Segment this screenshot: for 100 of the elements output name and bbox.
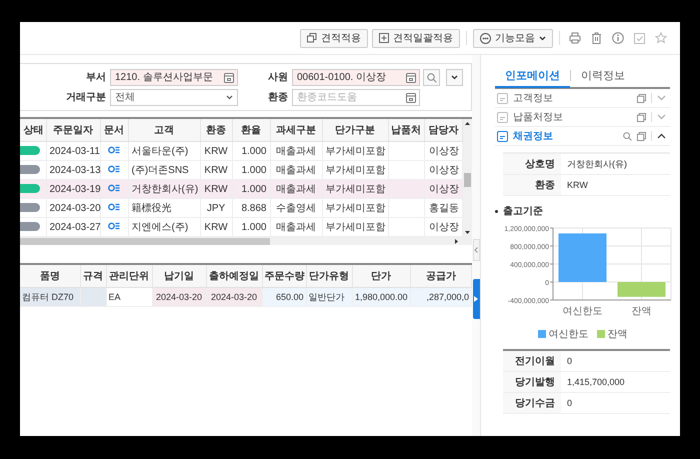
table-row[interactable]: 2024-03-20 籍標役光 JPY 8.868 수출영세 부가세미포함 홍길동 — [20, 198, 462, 218]
status-toggle[interactable] — [20, 222, 40, 232]
scroll-down-icon[interactable] — [465, 231, 470, 234]
chevron-up-icon[interactable] — [657, 133, 666, 139]
table-cell: KRW — [200, 142, 232, 160]
panel-tab[interactable]: 인포메이션 — [495, 64, 570, 88]
table-cell: 부가세미포함 — [322, 198, 388, 218]
checkbox-icon[interactable] — [634, 32, 645, 44]
section-title: 채권정보 — [513, 130, 554, 143]
table-cell: 거창한회사(유) — [128, 180, 200, 198]
scroll-thumb[interactable] — [464, 173, 471, 187]
column-header[interactable]: 담당자 — [424, 119, 462, 142]
copy-icon[interactable] — [637, 112, 646, 122]
lookup-field[interactable]: 환종코드도움 — [292, 88, 420, 106]
caret-icon — [226, 94, 233, 100]
column-header[interactable]: 환율 — [232, 119, 270, 142]
column-header[interactable]: 고객 — [128, 119, 200, 142]
star-icon[interactable] — [655, 32, 667, 44]
table-cell: 부가세미포함 — [322, 180, 388, 198]
toolbar-button[interactable]: 기능모음 — [473, 28, 553, 48]
field-label: 환종 — [503, 175, 561, 195]
collapse-handle[interactable] — [472, 239, 480, 261]
column-header[interactable]: 단가유형 — [306, 265, 352, 288]
table-row[interactable]: 2024-03-11 서울타운(주) KRW 1.000 매출과세 부가세미포함 이상장 — [20, 142, 462, 160]
status-toggle[interactable] — [20, 203, 40, 212]
column-header[interactable]: 규격 — [80, 265, 106, 288]
search-button[interactable] — [423, 69, 440, 86]
field-label: 사원 — [267, 71, 288, 84]
document-list-icon[interactable] — [108, 184, 120, 192]
calendar-icon[interactable] — [406, 72, 416, 82]
column-header[interactable]: 납기일 — [152, 265, 206, 288]
status-toggle[interactable] — [20, 165, 40, 174]
column-header[interactable]: 주문수량 — [262, 265, 306, 288]
column-header[interactable]: 환종 — [200, 119, 232, 142]
vertical-scrollbar[interactable] — [463, 119, 472, 237]
field-value: 1,415,700,000 — [566, 377, 625, 387]
select-field[interactable]: 전체 — [110, 88, 238, 106]
table-cell: 1,980,000.00 — [352, 288, 410, 306]
copy-icon[interactable] — [637, 94, 646, 102]
column-header[interactable]: 과세구분 — [270, 119, 322, 142]
table-row[interactable]: 2024-03-19 거창한회사(유) KRW 1.000 매출과세 부가세미포함 이상장 — [20, 180, 462, 198]
panel-tab[interactable]: 이력정보 — [571, 64, 635, 88]
search-icon[interactable] — [623, 132, 632, 140]
calendar-icon[interactable] — [224, 72, 234, 82]
add-icon — [379, 33, 389, 43]
chevron-down-icon[interactable] — [657, 114, 666, 120]
field-value: KRW — [566, 180, 588, 190]
table-cell: 2024-03-20 — [152, 288, 206, 306]
copy-icon — [307, 33, 317, 43]
field-label: 전기이월 — [503, 351, 561, 371]
lookup-field[interactable]: 00601-0100. 이상장 — [292, 68, 420, 86]
scroll-right-icon[interactable] — [455, 238, 458, 244]
column-header[interactable]: 출하예정일 — [206, 265, 262, 288]
document-list-icon[interactable] — [108, 164, 120, 172]
expand-button[interactable] — [446, 69, 463, 86]
table-cell: 1.000 — [232, 142, 270, 160]
column-header[interactable]: 품명 — [20, 265, 80, 288]
column-header[interactable]: 주문일자 — [46, 119, 100, 142]
document-icon — [497, 92, 508, 104]
document-list-icon[interactable] — [108, 146, 120, 154]
search-icon — [426, 72, 436, 82]
copy-icon[interactable] — [637, 132, 646, 140]
lookup-field[interactable]: 1210. 솔루션사업부문 — [110, 68, 238, 86]
field-value: 0 — [566, 356, 572, 366]
column-header[interactable]: 문서 — [100, 119, 128, 142]
column-header[interactable]: 상태 — [20, 119, 46, 142]
field-label: 거래구분 — [65, 91, 106, 104]
table-cell: EA — [106, 288, 152, 306]
field-label: 당기수금 — [503, 393, 561, 413]
toolbar-button[interactable]: 견적일괄적용 — [372, 28, 460, 48]
table-cell: 서울타운(주) — [128, 142, 200, 160]
caret-icon — [539, 36, 546, 40]
table-cell: KRW — [200, 180, 232, 198]
document-list-icon[interactable] — [108, 202, 120, 210]
section-header[interactable]: 고객정보 — [495, 89, 670, 108]
horizontal-scrollbar[interactable] — [20, 237, 472, 245]
document-list-icon[interactable] — [108, 222, 120, 230]
scroll-thumb[interactable] — [20, 238, 270, 244]
section-header[interactable]: 채권정보 — [495, 127, 670, 146]
table-cell: JPY — [200, 198, 232, 218]
section-header[interactable]: 납품처정보 — [495, 108, 670, 127]
column-header[interactable]: 단가구분 — [322, 119, 388, 142]
trash-icon[interactable] — [591, 32, 602, 44]
column-header[interactable]: 단가 — [352, 265, 410, 288]
column-header[interactable]: 공급가 — [410, 265, 472, 288]
table-cell: 2024-03-20 — [206, 288, 262, 306]
column-header[interactable]: 납품처 — [388, 119, 424, 142]
table-cell: 부가세미포함 — [322, 142, 388, 160]
info-icon[interactable] — [612, 32, 624, 44]
document-icon — [497, 130, 508, 142]
status-toggle[interactable] — [20, 184, 40, 194]
toolbar-button[interactable]: 견적적용 — [300, 28, 368, 48]
calendar-icon[interactable] — [406, 92, 416, 102]
status-toggle[interactable] — [20, 146, 40, 156]
scroll-up-icon[interactable] — [465, 122, 470, 125]
chevron-down-icon[interactable] — [657, 95, 666, 101]
category-label: 여신한도 — [562, 306, 602, 317]
column-header[interactable]: 관리단위 — [106, 265, 152, 288]
panel-toggle-tab[interactable] — [472, 279, 480, 319]
print-icon[interactable] — [569, 32, 581, 44]
